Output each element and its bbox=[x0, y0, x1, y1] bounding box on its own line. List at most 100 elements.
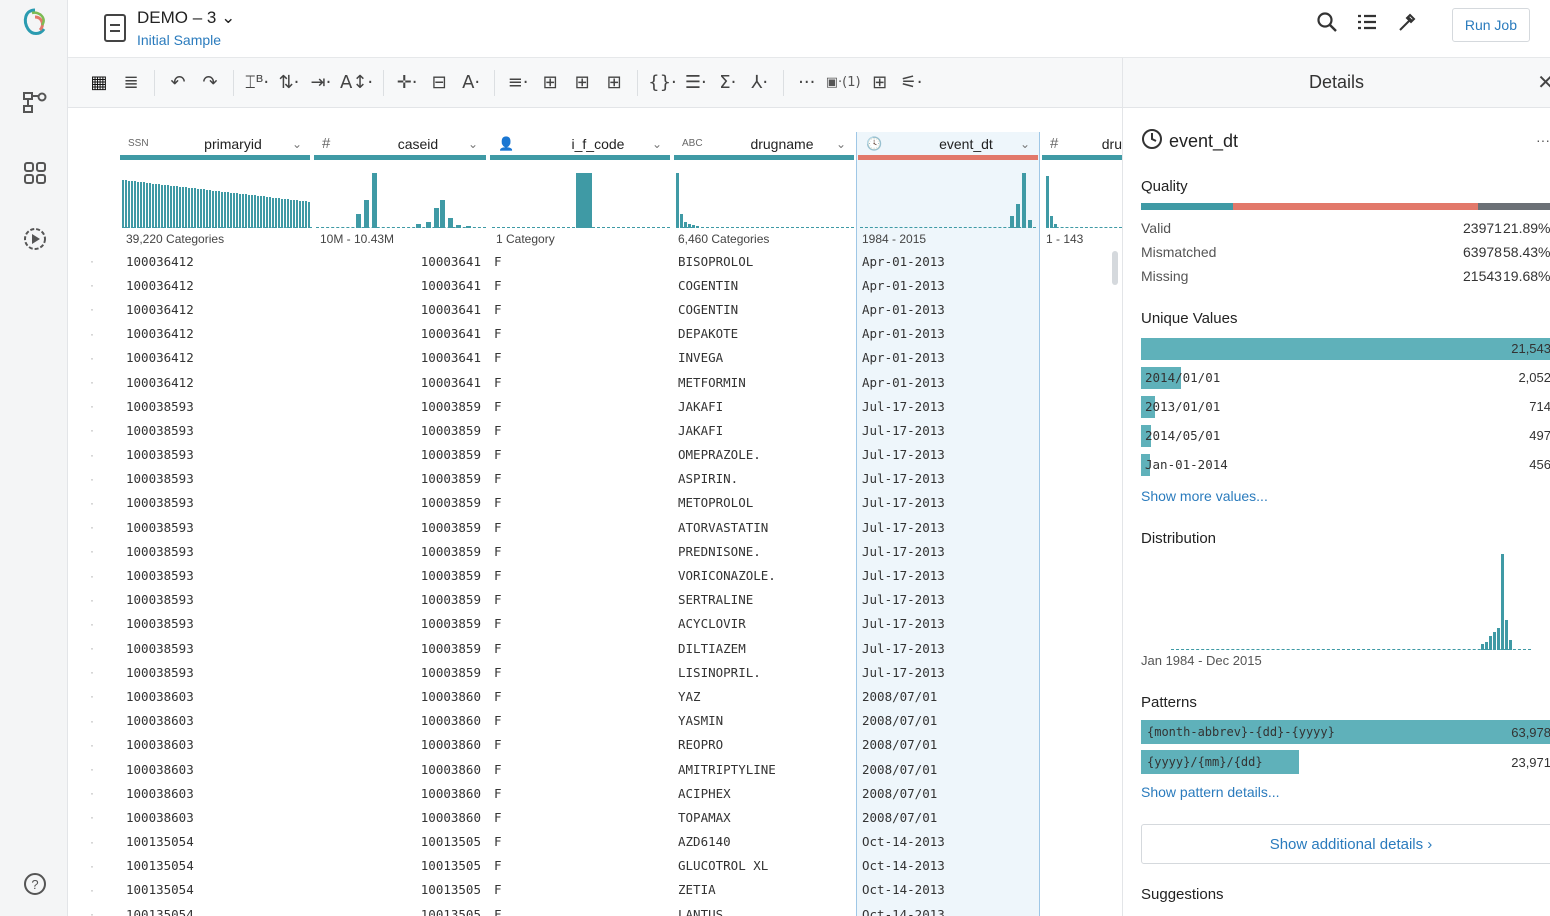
table-cell[interactable]: 100038593 bbox=[126, 495, 194, 510]
histogram-bar[interactable] bbox=[251, 195, 253, 228]
table-cell[interactable]: 100038593 bbox=[126, 471, 194, 486]
table-cell[interactable]: F bbox=[494, 278, 502, 293]
table-cell[interactable]: 100038603 bbox=[126, 737, 194, 752]
table-cell[interactable]: 2008/07/01 bbox=[862, 762, 937, 777]
table-cell[interactable]: Apr-01-2013 bbox=[862, 278, 945, 293]
settings-icon[interactable]: ⚟· bbox=[899, 68, 925, 98]
split-icon[interactable]: ⊟ bbox=[426, 68, 452, 98]
histogram-bar[interactable] bbox=[426, 222, 431, 228]
unique-value-row[interactable]: 2014/01/01 2,052 bbox=[1141, 367, 1550, 389]
table-cell[interactable]: Oct-14-2013 bbox=[862, 907, 945, 916]
move-icon[interactable]: ⇥· bbox=[308, 68, 334, 98]
table-cell[interactable]: 100038603 bbox=[126, 689, 194, 704]
table-cell[interactable]: 100036412 bbox=[126, 326, 194, 341]
table-cell[interactable]: VORICONAZOLE. bbox=[678, 568, 776, 583]
table-cell[interactable]: 10003859 bbox=[313, 641, 481, 656]
table-cell[interactable]: 2008/07/01 bbox=[862, 786, 937, 801]
table-cell[interactable]: F bbox=[494, 786, 502, 801]
distribution-bar[interactable] bbox=[1485, 642, 1488, 650]
table-cell[interactable]: JAKAFI bbox=[678, 423, 723, 438]
add-icon[interactable]: ✛· bbox=[394, 68, 420, 98]
distribution-bar[interactable] bbox=[1489, 636, 1492, 650]
table-cell[interactable]: 10003859 bbox=[313, 616, 481, 631]
histogram-bar[interactable] bbox=[173, 185, 175, 228]
histogram-bar[interactable] bbox=[680, 214, 683, 228]
histogram-bar[interactable] bbox=[692, 225, 695, 228]
histogram-bar[interactable] bbox=[684, 222, 687, 228]
table-cell[interactable]: Jul-17-2013 bbox=[862, 616, 945, 631]
histogram-bar[interactable] bbox=[245, 194, 247, 228]
table-row[interactable]: · 100038593 10003859 F LISINOPRIL. Jul-17-201… bbox=[68, 660, 1122, 684]
table-cell[interactable]: 10003859 bbox=[313, 568, 481, 583]
histogram-bar[interactable] bbox=[1028, 220, 1032, 228]
table-cell[interactable]: Oct-14-2013 bbox=[862, 834, 945, 849]
histogram-bar[interactable] bbox=[290, 199, 292, 228]
table-cell[interactable]: 10013505 bbox=[313, 907, 481, 916]
table-cell[interactable]: 10013505 bbox=[313, 834, 481, 849]
recipe-icon[interactable] bbox=[104, 14, 126, 42]
table-cell[interactable]: 100038593 bbox=[126, 520, 194, 535]
histogram-bar[interactable] bbox=[254, 195, 256, 228]
histogram-bar[interactable] bbox=[122, 180, 124, 228]
table-cell[interactable]: 2008/07/01 bbox=[862, 689, 937, 704]
histogram-bar[interactable] bbox=[275, 197, 277, 228]
table-cell[interactable]: TOPAMAX bbox=[678, 810, 731, 825]
pattern-row[interactable]: {yyyy}/{mm}/{dd} 23,971 bbox=[1141, 750, 1550, 774]
convert-icon[interactable]: A↕· bbox=[340, 68, 373, 98]
eyedropper-icon[interactable] bbox=[1394, 11, 1420, 39]
table-cell[interactable]: Jul-17-2013 bbox=[862, 568, 945, 583]
histogram-bar[interactable] bbox=[230, 192, 232, 228]
close-icon[interactable]: ✕ bbox=[1537, 70, 1550, 95]
table-cell[interactable]: 2008/07/01 bbox=[862, 737, 937, 752]
type-number-icon[interactable]: # bbox=[1050, 135, 1076, 152]
histogram-bar[interactable] bbox=[356, 214, 361, 228]
histogram-bar[interactable] bbox=[221, 191, 223, 228]
quality-valid-row[interactable]: Valid 23971 21.89% bbox=[1141, 220, 1550, 236]
histogram-bar[interactable] bbox=[284, 198, 286, 228]
table-cell[interactable]: METOPROLOL bbox=[678, 495, 753, 510]
table-cell[interactable]: F bbox=[494, 762, 502, 777]
histogram-bar[interactable] bbox=[197, 188, 199, 228]
histogram-bar[interactable] bbox=[218, 191, 220, 228]
table-cell[interactable]: COGENTIN bbox=[678, 278, 738, 293]
table-cell[interactable]: F bbox=[494, 882, 502, 897]
library-icon[interactable] bbox=[18, 156, 52, 190]
more-icon[interactable]: ··· bbox=[794, 68, 820, 98]
type-person-icon[interactable]: 👤 bbox=[498, 136, 544, 152]
table-cell[interactable]: 10003859 bbox=[313, 423, 481, 438]
table-cell[interactable]: ATORVASTATIN bbox=[678, 520, 768, 535]
histogram-bar[interactable] bbox=[206, 189, 208, 228]
histogram-bar[interactable] bbox=[257, 195, 259, 228]
histogram-dru[interactable] bbox=[1046, 170, 1122, 228]
table-cell[interactable]: INVEGA bbox=[678, 350, 723, 365]
histogram-bar[interactable] bbox=[242, 194, 244, 228]
table-row[interactable]: · 100038593 10003859 F OMEPRAZOLE. Jul-17-201… bbox=[68, 443, 1122, 467]
histogram-bar[interactable] bbox=[140, 182, 142, 228]
table-row[interactable]: · 100038593 10003859 F ATORVASTATIN Jul-17-20… bbox=[68, 515, 1122, 539]
table-cell[interactable]: 10013505 bbox=[313, 882, 481, 897]
quality-bar[interactable] bbox=[1141, 203, 1550, 210]
histogram-bar[interactable] bbox=[227, 192, 229, 228]
quality-segment[interactable] bbox=[1232, 203, 1479, 210]
table-cell[interactable]: F bbox=[494, 616, 502, 631]
table-cell[interactable]: COGENTIN bbox=[678, 302, 738, 317]
histogram-bar[interactable] bbox=[203, 189, 205, 228]
histogram-caseid[interactable] bbox=[316, 170, 486, 228]
table-cell[interactable]: JAKAFI bbox=[678, 399, 723, 414]
table-cell[interactable]: Apr-01-2013 bbox=[862, 375, 945, 390]
grid-view-icon[interactable]: ▦ bbox=[86, 68, 112, 98]
table-cell[interactable]: F bbox=[494, 375, 502, 390]
histogram-bar[interactable] bbox=[269, 197, 271, 228]
table-row[interactable]: · 100135054 10013505 F GLUCOTROL XL Oct-14-20… bbox=[68, 854, 1122, 878]
histogram-bar[interactable] bbox=[278, 198, 280, 228]
table-cell[interactable]: 10003859 bbox=[313, 592, 481, 607]
histogram-bar[interactable] bbox=[364, 200, 369, 228]
table-cell[interactable]: F bbox=[494, 858, 502, 873]
table-cell[interactable]: Oct-14-2013 bbox=[862, 858, 945, 873]
table-cell[interactable]: ACYCLOVIR bbox=[678, 616, 746, 631]
histogram-bar[interactable] bbox=[194, 188, 196, 228]
table-cell[interactable]: AMITRIPTYLINE bbox=[678, 762, 776, 777]
table-cell[interactable]: F bbox=[494, 423, 502, 438]
table-cell[interactable]: F bbox=[494, 471, 502, 486]
table-cell[interactable]: 100038593 bbox=[126, 641, 194, 656]
